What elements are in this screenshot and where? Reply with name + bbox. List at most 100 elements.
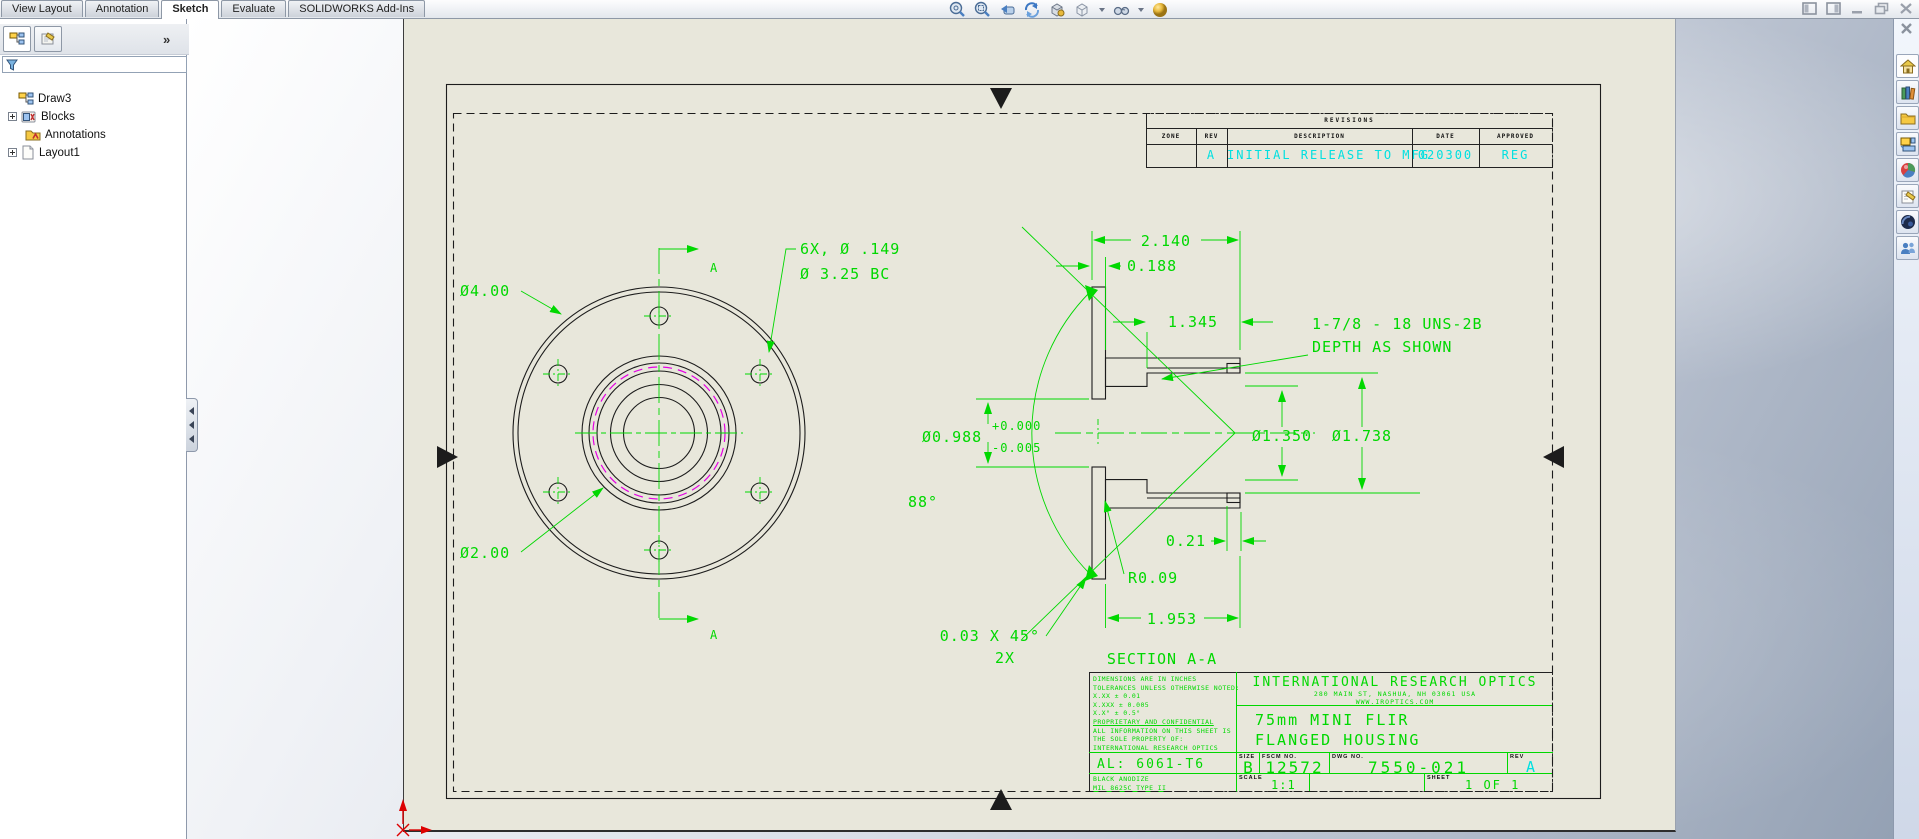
revision-table-title: REVISIONS [1146,113,1553,129]
task-pane [1893,18,1919,839]
note-line: X.XXX ± 0.005 [1093,700,1150,709]
hide-show-items-caret-icon[interactable] [1138,7,1144,12]
view-orientation-caret-icon[interactable] [1099,7,1105,12]
drawing-document-icon [18,92,34,104]
company-name: INTERNATIONAL RESEARCH OPTICS [1252,675,1538,690]
minimize-button[interactable] [1850,2,1866,15]
finish-line: BLACK ANODIZE [1093,775,1150,783]
fscm-cell: FSCM NO. 12572 [1260,753,1330,777]
restore-button[interactable] [1874,2,1890,15]
task-pane-solidworks-resources-tab[interactable] [1896,210,1919,234]
command-manager-tabs: View Layout Annotation Sketch Evaluate S… [1,0,426,19]
edit-appearance-icon[interactable] [1151,1,1169,19]
note-line: X.XX ± 0.01 [1093,692,1141,701]
rev-col-rev: REV [1196,128,1228,145]
pane-right-icon[interactable] [1826,2,1842,15]
filter-funnel-icon [6,59,18,71]
tree-item-annotations[interactable]: Annotations [0,126,211,143]
solidworks-app: { "window": {"controls": ["pane-left", "… [0,0,1919,839]
rev-description[interactable]: INITIAL RELEASE TO MFG [1227,144,1428,168]
zoom-to-fit-icon[interactable] [948,1,966,19]
rev-approved[interactable]: REG [1479,144,1552,168]
title-block: DIMENSIONS ARE IN INCHES TOLERANCES UNLE… [1089,672,1553,792]
tab-sketch[interactable]: Sketch [161,0,220,19]
tab-annotation[interactable]: Annotation [84,0,160,17]
tree-filter-input[interactable] [22,57,176,72]
revision-table: REVISIONS ZONE REV DESCRIPTION DATE APPR… [1146,113,1553,168]
expand-icon[interactable] [8,112,17,121]
previous-view-icon[interactable] [998,1,1016,19]
3d-drawing-view-icon[interactable] [1048,1,1066,19]
tab-solidworks-addins[interactable]: SOLIDWORKS Add-Ins [288,0,426,17]
panel-splitter-handle[interactable] [186,398,198,452]
rev-date[interactable]: 020300 [1412,144,1480,168]
tree-item-layout1[interactable]: Layout1 [0,144,194,161]
hide-show-items-icon[interactable] [1112,1,1130,19]
tree-item-label: Blocks [41,110,75,123]
sheet-value: 1 OF 1 [1465,778,1521,792]
property-manager-tab[interactable] [34,26,62,52]
rev-col-description: DESCRIPTION [1227,128,1413,145]
part-title-line2: FLANGED HOUSING [1255,731,1421,749]
window-controls [1802,2,1914,16]
company-address: 280 MAIN ST, NASHUA, NH 03061 USA [1313,690,1477,698]
view-orientation-icon[interactable] [1073,1,1091,19]
rev-rev[interactable]: A [1196,144,1228,168]
close-button[interactable] [1898,2,1914,15]
blocks-folder-icon [21,111,36,122]
dwg-no-label: DWG NO. [1332,754,1364,760]
fscm-label: FSCM NO. [1262,754,1297,760]
tree-item-label: Annotations [45,128,106,141]
weight-cell [1310,774,1425,792]
note-line: PROPRIETARY AND CONFIDENTIAL [1093,717,1214,726]
rev-col-zone: ZONE [1146,128,1197,145]
note-line: TOLERANCES UNLESS OTHERWISE NOTED: [1093,683,1240,692]
size-label: SIZE [1239,754,1256,760]
note-line: THE SOLE PROPERTY OF: [1093,735,1184,744]
task-pane-design-library-tab[interactable] [1896,80,1919,104]
note-line: ALL INFORMATION ON THIS SHEET IS [1093,726,1232,735]
tree-item-blocks[interactable]: Blocks [0,108,194,125]
pane-left-icon[interactable] [1802,2,1818,15]
task-pane-community-tab[interactable] [1896,236,1919,260]
note-line: DIMENSIONS ARE IN INCHES [1093,675,1197,683]
task-pane-file-explorer-tab[interactable] [1896,106,1919,130]
rev-label: REV [1510,754,1525,760]
finish-line: MIL 8625C TYPE II [1093,783,1167,792]
expand-icon[interactable] [8,148,17,157]
section-view-icon[interactable] [1023,1,1041,19]
collapse-arrow-icon [189,421,194,429]
finish-cell: BLACK ANODIZE MIL 8625C TYPE II [1089,774,1237,792]
sheet-cell: SHEET 1 OF 1 [1425,774,1553,792]
zoom-to-area-icon[interactable] [973,1,991,19]
rev-col-approved: APPROVED [1479,128,1552,145]
feature-manager-panel: » Draw3 Blocks Annotations Layout1 [0,18,189,839]
task-pane-custom-properties-tab[interactable] [1896,184,1919,208]
collapse-arrow-icon [189,435,194,443]
company-cell: INTERNATIONAL RESEARCH OPTICS 280 MAIN S… [1237,672,1553,706]
part-title-line1: 75mm MINI FLIR [1255,711,1410,729]
note-line: INTERNATIONAL RESEARCH OPTICS [1093,743,1219,752]
task-pane-appearances-tab[interactable] [1896,158,1919,182]
tree-item-label: Layout1 [39,146,80,159]
tab-evaluate[interactable]: Evaluate [221,0,287,17]
collapse-arrow-icon [189,407,194,415]
task-pane-view-palette-tab[interactable] [1896,132,1919,156]
panel-header [0,24,189,55]
size-cell: SIZE B [1237,753,1260,777]
rev-cell: REV A [1508,753,1553,776]
part-title-cell: 75mm MINI FLIR FLANGED HOUSING [1237,706,1553,753]
tab-view-layout[interactable]: View Layout [1,0,83,17]
dwg-no-cell: DWG NO. 7550-021 [1330,753,1508,777]
tree-item-label: Draw3 [38,92,72,105]
rev-zone[interactable] [1146,144,1197,168]
tree-item-root[interactable]: Draw3 [0,90,204,107]
annotations-folder-icon [25,130,41,140]
note-line: X.X° ± 0.5° [1093,709,1141,718]
scale-label: SCALE [1239,775,1263,781]
feature-tree-tab[interactable] [3,26,31,52]
task-pane-home-tab[interactable] [1896,54,1919,78]
headsup-view-toolbar [948,0,1169,19]
task-pane-close-icon[interactable] [1900,22,1913,40]
panel-overflow-chevron[interactable]: » [163,32,170,47]
